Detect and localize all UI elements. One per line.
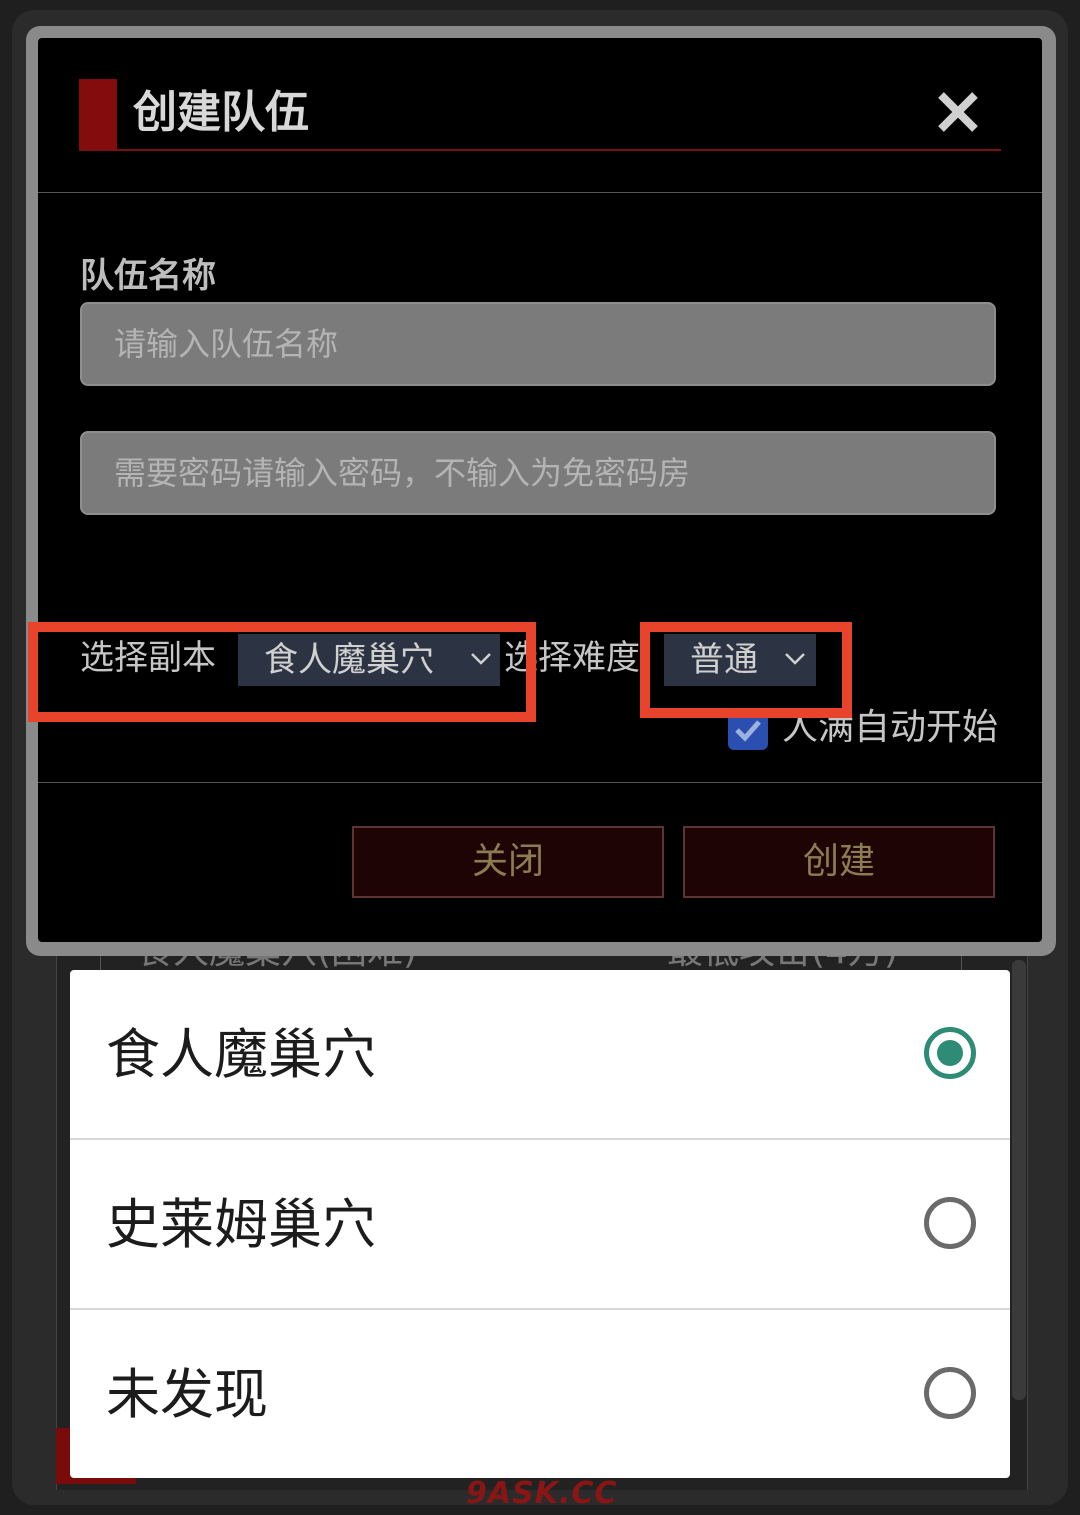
- dialog-header: 创建队伍: [79, 79, 1001, 151]
- close-button[interactable]: 关闭: [352, 826, 664, 898]
- create-button[interactable]: 创建: [683, 826, 995, 898]
- option-label: 食人魔巢穴: [106, 1023, 376, 1086]
- picker-option-ogre-lair[interactable]: 食人魔巢穴: [70, 970, 1010, 1140]
- option-label: 史莱姆巢穴: [106, 1193, 376, 1256]
- dungeon-picker: 食人魔巢穴 史莱姆巢穴 未发现: [70, 970, 1010, 1478]
- radio-selected-icon: [924, 1027, 976, 1079]
- difficulty-highlight-box: [640, 622, 852, 718]
- picker-option-undiscovered[interactable]: 未发现: [70, 1310, 1010, 1478]
- scrollbar[interactable]: [1012, 960, 1026, 1400]
- picker-option-slime-lair[interactable]: 史莱姆巢穴: [70, 1140, 1010, 1310]
- password-input[interactable]: [80, 431, 996, 515]
- header-divider: [38, 192, 1042, 193]
- option-label: 未发现: [106, 1363, 268, 1426]
- dungeon-highlight-box: [28, 622, 536, 722]
- dialog-title: 创建队伍: [133, 87, 309, 138]
- title-marker: [79, 79, 117, 149]
- footer-divider: [38, 782, 1042, 783]
- team-name-input[interactable]: [80, 302, 996, 386]
- radio-empty-icon: [924, 1197, 976, 1249]
- team-name-label: 队伍名称: [80, 256, 216, 296]
- dialog-body: 创建队伍 队伍名称 选择副本 食人魔巢穴 选择难度 普通: [38, 38, 1042, 942]
- close-icon[interactable]: [935, 89, 981, 135]
- watermark: 9ASK.CC: [466, 1476, 618, 1511]
- create-team-dialog: 创建队伍 队伍名称 选择副本 食人魔巢穴 选择难度 普通: [26, 26, 1056, 956]
- radio-empty-icon: [924, 1367, 976, 1419]
